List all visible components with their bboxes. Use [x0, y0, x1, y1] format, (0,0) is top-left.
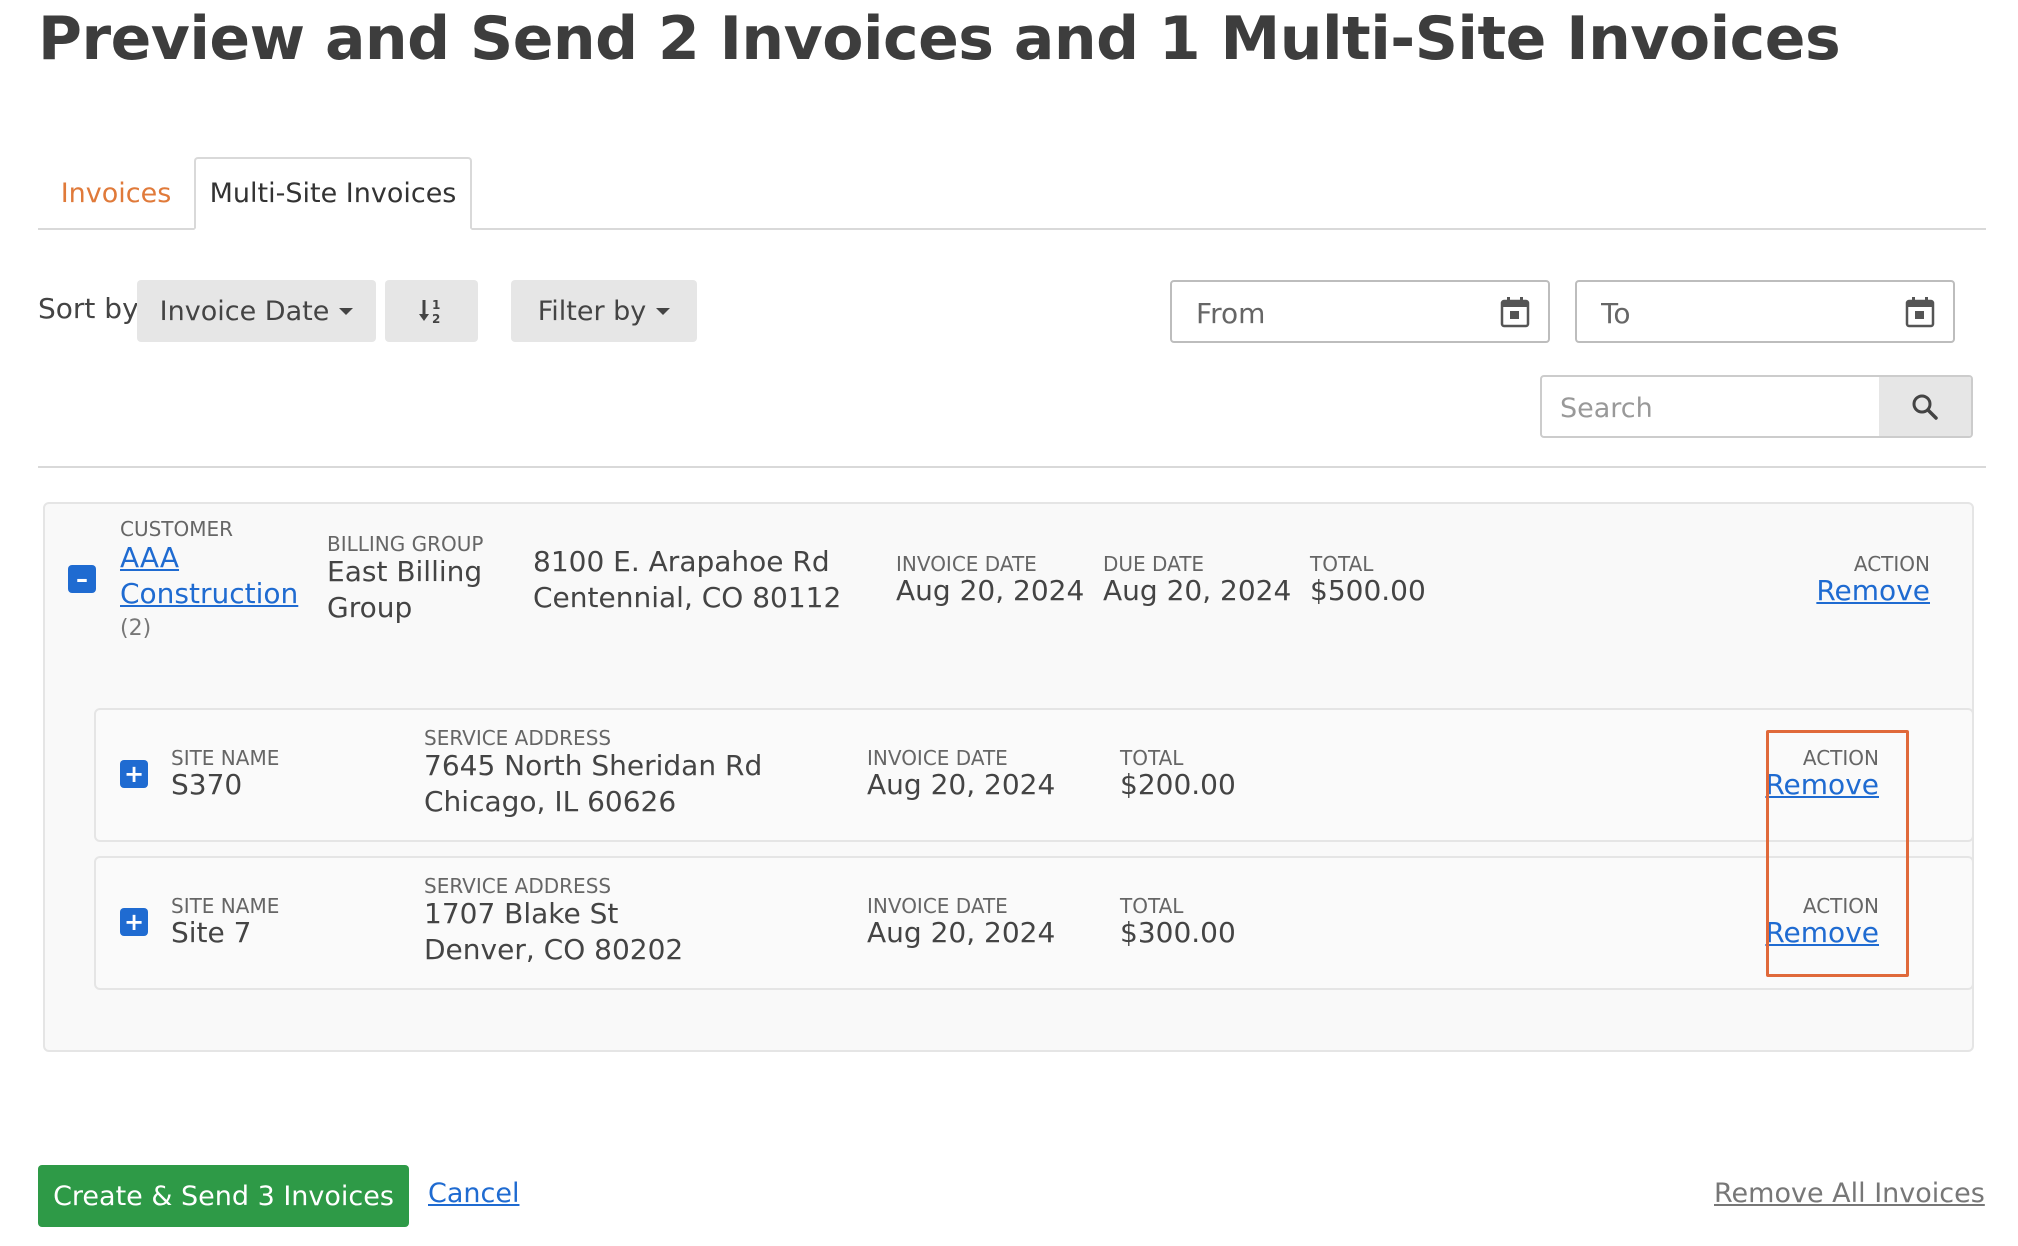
- sort-by-value: Invoice Date: [159, 295, 330, 327]
- customer-name-line2: Construction: [120, 577, 299, 610]
- service-address-line1: 7645 North Sheridan Rd: [424, 749, 763, 782]
- site-total: $200.00: [1120, 768, 1236, 801]
- remove-site-link[interactable]: Remove: [1730, 767, 1879, 803]
- page-title: Preview and Send 2 Invoices and 1 Multi-…: [38, 4, 1841, 74]
- svg-text:2: 2: [432, 312, 440, 326]
- search-button[interactable]: [1879, 377, 1971, 436]
- cancel-link[interactable]: Cancel: [428, 1178, 519, 1209]
- site-name: S370: [171, 768, 243, 801]
- customer-address: 8100 E. Arapahoe Rd Centennial, CO 80112: [533, 544, 841, 616]
- from-date-input[interactable]: [1196, 296, 1476, 330]
- service-address-line2: Chicago, IL 60626: [424, 785, 677, 818]
- site-total: $300.00: [1120, 916, 1236, 949]
- from-date-field[interactable]: [1170, 280, 1550, 343]
- svg-text:1: 1: [432, 298, 440, 312]
- search-input[interactable]: [1560, 391, 1860, 425]
- site-invoice-date: Aug 20, 2024: [867, 768, 1056, 801]
- site-name: Site 7: [171, 916, 252, 949]
- toolbar-divider: [38, 466, 1986, 468]
- customer-total: $500.00: [1310, 574, 1426, 607]
- remove-all-invoices-link[interactable]: Remove All Invoices: [1714, 1178, 1985, 1209]
- site-invoice-date: Aug 20, 2024: [867, 916, 1056, 949]
- customer-label: CUSTOMER: [120, 517, 234, 541]
- remove-customer-link[interactable]: Remove: [1780, 573, 1930, 609]
- plus-square-icon[interactable]: +: [120, 760, 148, 788]
- filter-by-dropdown[interactable]: Filter by: [511, 280, 697, 342]
- sort-by-label: Sort by: [38, 292, 139, 325]
- customer-site-count: (2): [120, 616, 152, 641]
- plus-square-icon[interactable]: +: [120, 908, 148, 936]
- billing-group-line2: Group: [327, 591, 413, 624]
- customer-name-link[interactable]: AAA Construction: [120, 540, 298, 612]
- create-and-send-button[interactable]: Create & Send 3 Invoices: [38, 1165, 409, 1227]
- search-field[interactable]: [1540, 375, 1973, 438]
- minus-square-icon[interactable]: –: [68, 565, 96, 593]
- to-date-field[interactable]: [1575, 280, 1955, 343]
- caret-down-icon: [656, 307, 671, 315]
- billing-group-label: BILLING GROUP: [327, 532, 484, 556]
- sort-direction-button[interactable]: 1 2: [385, 280, 478, 342]
- customer-due-date: Aug 20, 2024: [1103, 574, 1292, 607]
- sort-by-dropdown[interactable]: Invoice Date: [137, 280, 376, 342]
- filter-by-label: Filter by: [537, 295, 647, 327]
- service-address-label: SERVICE ADDRESS: [424, 874, 612, 898]
- customer-address-line2: Centennial, CO 80112: [533, 581, 842, 614]
- billing-group-value: East Billing Group: [327, 554, 482, 626]
- caret-down-icon: [339, 307, 354, 315]
- remove-site-link[interactable]: Remove: [1730, 915, 1879, 951]
- calendar-icon[interactable]: [1905, 296, 1935, 328]
- tab-multi-site-invoices[interactable]: Multi-Site Invoices: [194, 157, 472, 230]
- customer-name-line1: AAA: [120, 541, 180, 574]
- service-address: 7645 North Sheridan Rd Chicago, IL 60626: [424, 748, 762, 820]
- billing-group-line1: East Billing: [327, 555, 483, 588]
- calendar-icon[interactable]: [1500, 296, 1530, 328]
- sort-amount-down-icon: 1 2: [418, 298, 440, 326]
- service-address-line1: 1707 Blake St: [424, 897, 619, 930]
- service-address-line2: Denver, CO 80202: [424, 933, 684, 966]
- tab-invoices[interactable]: Invoices: [38, 157, 194, 230]
- search-icon: [1912, 394, 1938, 420]
- customer-invoice-date: Aug 20, 2024: [896, 574, 1085, 607]
- service-address-label: SERVICE ADDRESS: [424, 726, 612, 750]
- to-date-input[interactable]: [1601, 296, 1881, 330]
- service-address: 1707 Blake St Denver, CO 80202: [424, 896, 683, 968]
- customer-address-line1: 8100 E. Arapahoe Rd: [533, 545, 830, 578]
